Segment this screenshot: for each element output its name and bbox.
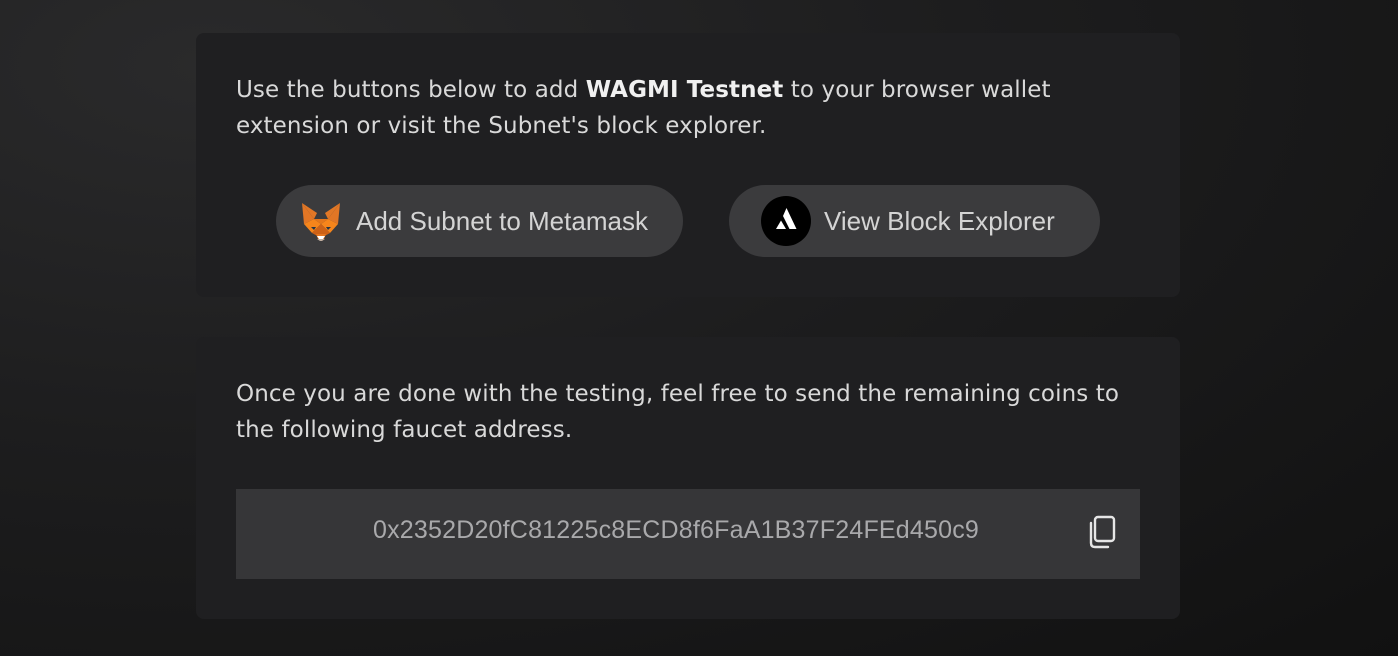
faucet-address[interactable]: 0x2352D20fC81225c8ECD8f6FaA1B37F24FEd450… [236, 516, 1116, 545]
wallet-card: Use the buttons below to add WAGMI Testn… [196, 33, 1180, 297]
intro-prefix: Use the buttons below to add [236, 77, 586, 103]
view-block-explorer-button[interactable]: View Block Explorer [729, 185, 1100, 257]
faucet-card: Once you are done with the testing, feel… [196, 337, 1180, 619]
faucet-message: Once you are done with the testing, feel… [236, 381, 1120, 443]
avalanche-logo-icon [761, 196, 811, 246]
explorer-button-label: View Block Explorer [824, 205, 1055, 236]
copy-icon[interactable] [1086, 515, 1116, 549]
faucet-address-box: 0x2352D20fC81225c8ECD8f6FaA1B37F24FEd450… [236, 489, 1140, 579]
wallet-button-row: Add Subnet to Metamask View Block Explor… [276, 185, 1100, 257]
metamask-fox-icon [300, 200, 342, 242]
network-name: WAGMI Testnet [585, 77, 784, 103]
wallet-intro-text: Use the buttons below to add WAGMI Testn… [236, 72, 1136, 144]
add-subnet-to-metamask-button[interactable]: Add Subnet to Metamask [276, 185, 683, 257]
metamask-button-label: Add Subnet to Metamask [356, 205, 648, 236]
